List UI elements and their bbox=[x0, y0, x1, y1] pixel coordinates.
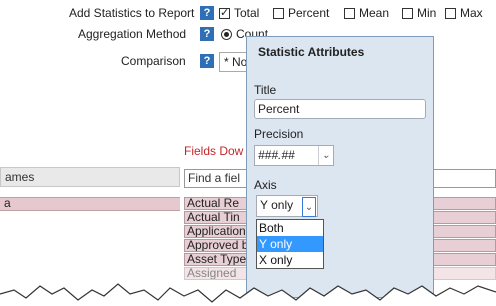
min-checkbox[interactable] bbox=[402, 8, 413, 19]
fields-section-title: Fields Dow bbox=[184, 144, 244, 158]
aggregation-method-label: Aggregation Method bbox=[78, 27, 187, 41]
help-icon[interactable]: ? bbox=[200, 27, 214, 41]
max-checkbox[interactable] bbox=[445, 8, 456, 19]
title-field-label: Title bbox=[254, 83, 277, 97]
names-header: ames bbox=[0, 167, 180, 187]
chevron-down-icon: ⌄ bbox=[302, 197, 316, 217]
mean-label: Mean bbox=[359, 6, 390, 20]
axis-select[interactable]: Y only ⌄ bbox=[256, 195, 318, 217]
min-label: Min bbox=[417, 6, 437, 20]
max-label: Max bbox=[460, 6, 483, 20]
mean-checkbox[interactable] bbox=[344, 8, 355, 19]
comparison-label: Comparison bbox=[121, 54, 186, 68]
axis-value: Y only bbox=[260, 198, 294, 212]
title-input[interactable]: Percent bbox=[254, 99, 426, 119]
popup-title: Statistic Attributes bbox=[258, 45, 365, 59]
axis-option-y-only[interactable]: Y only bbox=[257, 236, 323, 252]
precision-select[interactable]: ###.## ⌄ bbox=[254, 145, 334, 166]
help-icon[interactable]: ? bbox=[200, 54, 214, 68]
percent-label: Percent bbox=[288, 6, 330, 20]
axis-label: Axis bbox=[254, 178, 277, 192]
precision-value: ###.## bbox=[258, 148, 295, 162]
axis-option-both[interactable]: Both bbox=[257, 220, 323, 236]
add-statistics-label: Add Statistics to Report bbox=[69, 6, 195, 20]
total-checkbox[interactable] bbox=[219, 6, 230, 19]
help-icon[interactable]: ? bbox=[200, 6, 214, 20]
percent-checkbox[interactable] bbox=[273, 8, 284, 19]
total-label: Total bbox=[234, 6, 260, 20]
precision-label: Precision bbox=[254, 127, 304, 141]
chevron-down-icon: ⌄ bbox=[318, 146, 333, 165]
count-radio[interactable] bbox=[221, 29, 232, 40]
torn-edge bbox=[0, 283, 496, 306]
left-list-row-selected[interactable]: a bbox=[0, 197, 180, 211]
screenshot-frame: Add Statistics to Report ? Total Percent… bbox=[0, 0, 496, 306]
